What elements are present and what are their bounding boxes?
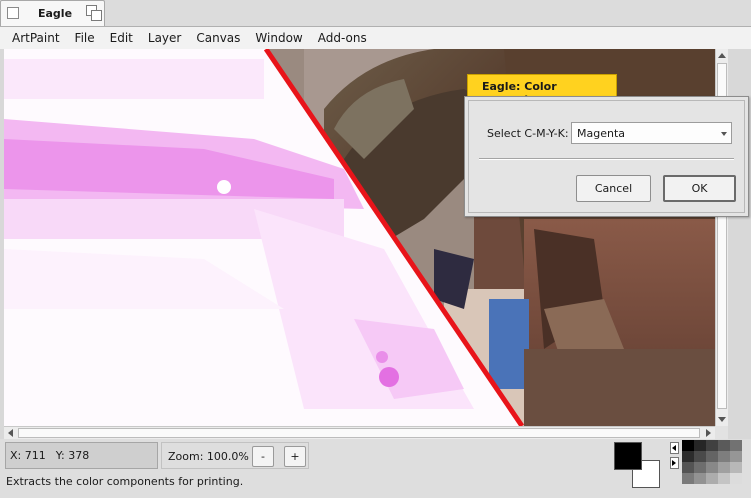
palette-swatch[interactable] bbox=[706, 462, 718, 473]
title-bar: Eagle bbox=[0, 0, 751, 26]
cmyk-selected-value: Magenta bbox=[577, 127, 626, 140]
dialog-separator bbox=[479, 158, 734, 160]
palette-swatch[interactable] bbox=[682, 440, 694, 451]
zoom-control: Zoom: 100.0% - + bbox=[161, 442, 309, 469]
palette-swatch[interactable] bbox=[706, 451, 718, 462]
window-tab[interactable]: Eagle bbox=[0, 0, 105, 26]
palette-previous-icon[interactable] bbox=[670, 442, 679, 454]
menu-add-ons[interactable]: Add-ons bbox=[312, 31, 373, 45]
palette-swatch[interactable] bbox=[682, 451, 694, 462]
scroll-left-icon[interactable] bbox=[8, 429, 13, 437]
palette-swatch[interactable] bbox=[730, 451, 742, 462]
scroll-down-icon[interactable] bbox=[718, 417, 726, 422]
scroll-right-icon[interactable] bbox=[706, 429, 711, 437]
palette-swatch[interactable] bbox=[718, 462, 730, 473]
palette-swatch[interactable] bbox=[706, 473, 718, 484]
dialog-title-tab[interactable]: Eagle: Color separator bbox=[467, 74, 617, 106]
color-separator-dialog: Select C-M-Y-K: Magenta Cancel OK bbox=[464, 96, 749, 217]
chevron-down-icon bbox=[721, 132, 727, 136]
palette-swatch[interactable] bbox=[706, 440, 718, 451]
scroll-corner bbox=[715, 426, 728, 439]
scroll-up-icon[interactable] bbox=[718, 53, 726, 58]
menu-artpaint[interactable]: ArtPaint bbox=[6, 31, 66, 45]
palette-swatch[interactable] bbox=[718, 440, 730, 451]
zoom-level: Zoom: 100.0% bbox=[168, 450, 249, 463]
palette-swatch[interactable] bbox=[718, 451, 730, 462]
zoom-out-button[interactable]: - bbox=[252, 446, 274, 467]
horizontal-scrollbar[interactable] bbox=[4, 426, 715, 439]
palette-next-icon[interactable] bbox=[670, 457, 679, 469]
cmyk-select-label: Select C-M-Y-K: bbox=[487, 127, 569, 140]
cancel-button[interactable]: Cancel bbox=[576, 175, 651, 202]
dialog-body: Select C-M-Y-K: Magenta Cancel OK bbox=[468, 100, 745, 213]
palette-swatch[interactable] bbox=[694, 462, 706, 473]
foreground-color-swatch[interactable] bbox=[614, 442, 642, 470]
palette-swatch[interactable] bbox=[718, 473, 730, 484]
color-palette[interactable] bbox=[670, 440, 751, 492]
palette-swatch[interactable] bbox=[694, 440, 706, 451]
palette-swatch[interactable] bbox=[730, 440, 742, 451]
y-coordinate: Y: 378 bbox=[55, 449, 90, 462]
zoom-window-icon[interactable] bbox=[86, 5, 102, 21]
palette-swatch[interactable] bbox=[682, 462, 694, 473]
cmyk-select[interactable]: Magenta bbox=[571, 122, 732, 144]
palette-swatch[interactable] bbox=[730, 462, 742, 473]
coordinate-readout: X: 711 Y: 378 bbox=[5, 442, 158, 469]
menu-edit[interactable]: Edit bbox=[104, 31, 139, 45]
menu-window[interactable]: Window bbox=[249, 31, 308, 45]
x-coordinate: X: 711 bbox=[10, 449, 46, 462]
horizontal-scroll-thumb[interactable] bbox=[18, 428, 700, 438]
status-message: Extracts the color components for printi… bbox=[6, 475, 244, 488]
palette-swatch[interactable] bbox=[682, 473, 694, 484]
palette-swatch[interactable] bbox=[730, 473, 742, 484]
ok-button[interactable]: OK bbox=[663, 175, 736, 202]
palette-swatch[interactable] bbox=[694, 451, 706, 462]
menu-layer[interactable]: Layer bbox=[142, 31, 187, 45]
menu-file[interactable]: File bbox=[69, 31, 101, 45]
close-box-icon[interactable] bbox=[7, 7, 19, 19]
menu-canvas[interactable]: Canvas bbox=[190, 31, 246, 45]
zoom-in-button[interactable]: + bbox=[284, 446, 306, 467]
window-title: Eagle bbox=[38, 7, 73, 20]
palette-swatch[interactable] bbox=[694, 473, 706, 484]
menu-bar: ArtPaint File Edit Layer Canvas Window A… bbox=[0, 26, 751, 49]
